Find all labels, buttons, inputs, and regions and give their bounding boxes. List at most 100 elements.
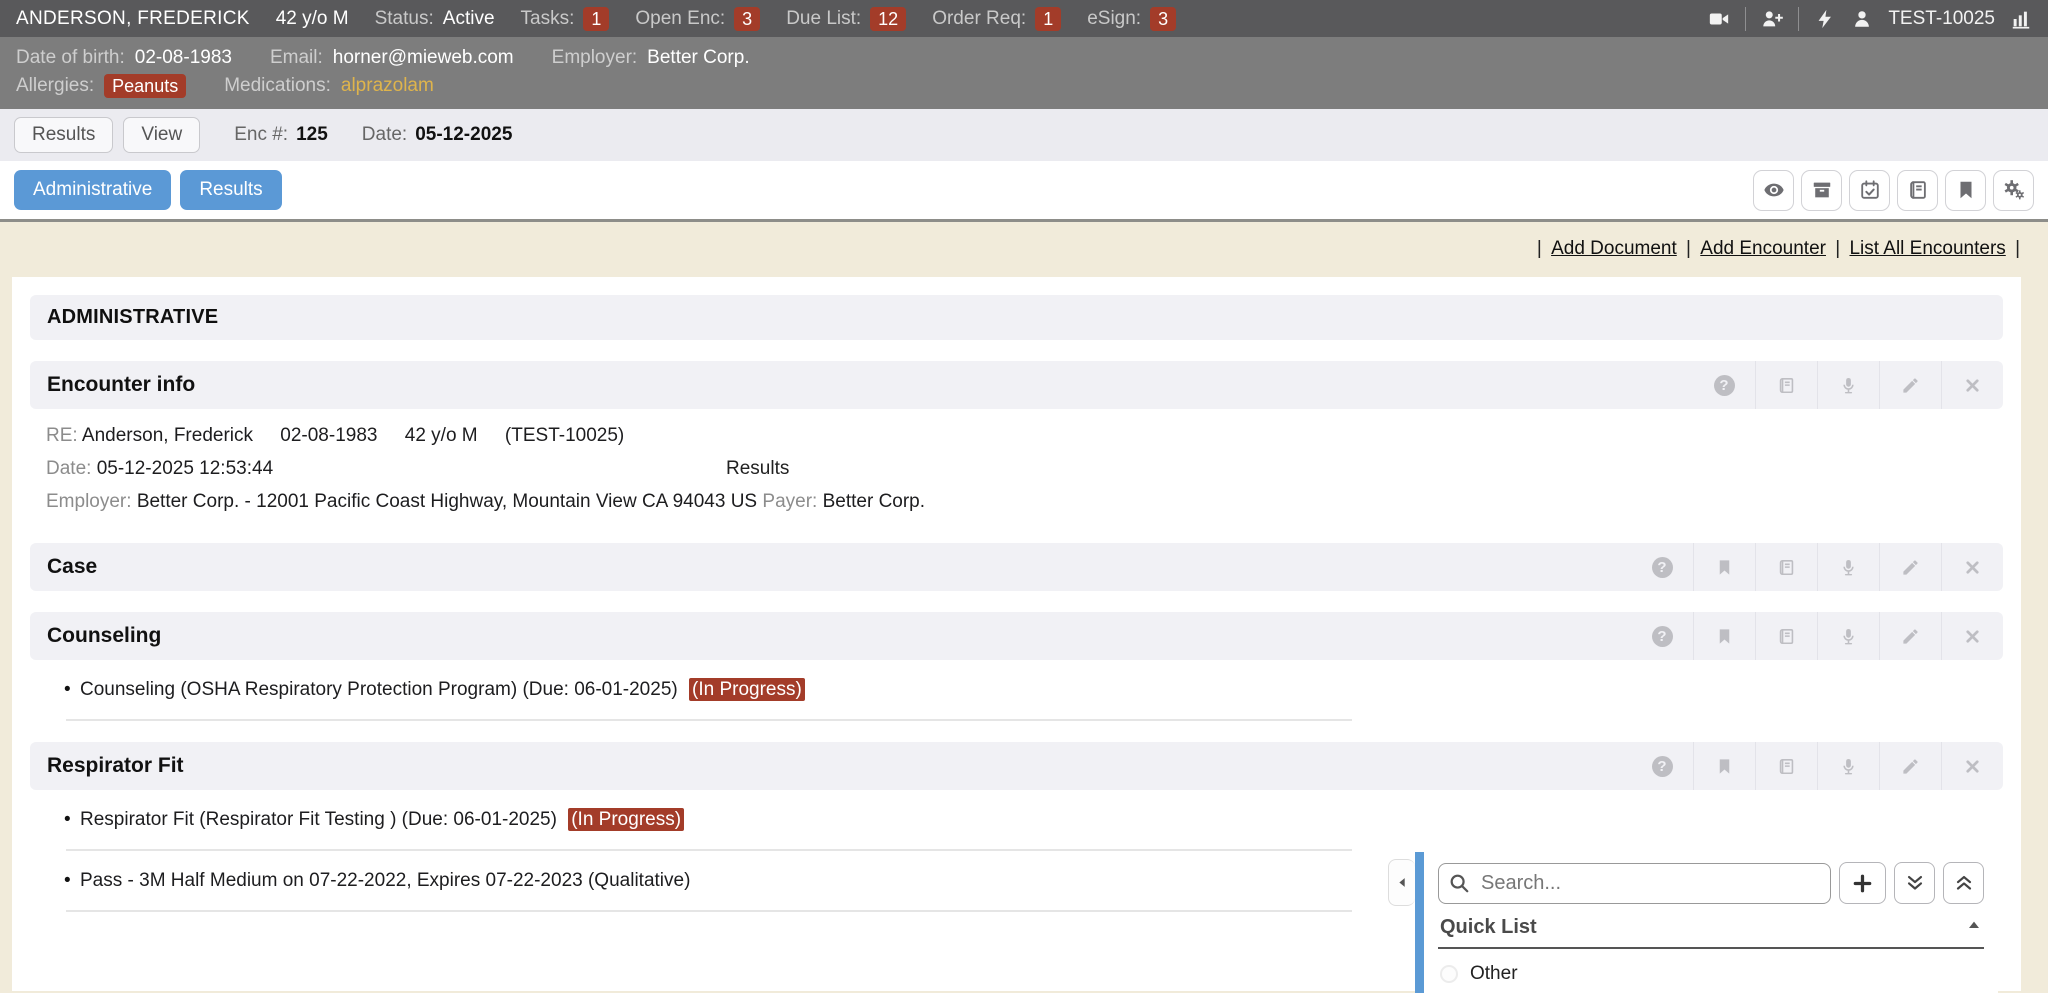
date-value: 05-12-2025 12:53:44 <box>97 458 273 479</box>
esign-count-badge[interactable]: 3 <box>1150 7 1176 31</box>
dictate-button[interactable] <box>1817 361 1879 409</box>
close-button[interactable] <box>1941 361 2003 409</box>
dictate-button[interactable] <box>1817 612 1879 660</box>
divider <box>66 849 1352 851</box>
open-enc-count-badge[interactable]: 3 <box>734 7 760 31</box>
book-button[interactable] <box>1755 543 1817 591</box>
collapse-all-button[interactable] <box>1943 862 1984 904</box>
tab-view[interactable]: View <box>123 117 200 153</box>
close-button[interactable] <box>1941 612 2003 660</box>
book-icon <box>1777 376 1796 395</box>
medications-label: Medications: <box>224 72 331 100</box>
results-button[interactable]: Results <box>180 170 281 210</box>
date-line: Date: 05-12-2025 12:53:44 Results <box>46 452 1987 485</box>
quick-list-popup: Quick List Other <box>1388 852 1998 993</box>
close-icon <box>1963 376 1982 395</box>
email-value: horner@mieweb.com <box>333 44 514 72</box>
re-chart-id: (TEST-10025) <box>505 425 624 446</box>
book-button[interactable] <box>1755 361 1817 409</box>
divider <box>66 910 1352 912</box>
medication-value[interactable]: alprazolam <box>341 72 434 100</box>
status-value: Active <box>443 8 495 30</box>
section-title: Respirator Fit <box>47 754 184 778</box>
due-list-count-badge[interactable]: 12 <box>870 7 906 31</box>
plus-icon <box>1851 872 1874 895</box>
edit-button[interactable] <box>1879 612 1941 660</box>
counseling-items: • Counseling (OSHA Respiratory Protectio… <box>30 672 1352 708</box>
bookmark-icon <box>1715 558 1734 577</box>
esign-label: eSign: <box>1087 8 1141 30</box>
book-icon <box>1777 627 1796 646</box>
section-header-respirator-fit: Respirator Fit ? <box>30 742 2003 790</box>
add-document-link[interactable]: Add Document <box>1551 238 1677 259</box>
user-id[interactable]: TEST-10025 <box>1888 8 1995 30</box>
enc-date-label: Date: <box>362 124 407 146</box>
add-button[interactable] <box>1839 862 1886 904</box>
divider <box>66 719 1352 721</box>
bookmark-icon <box>1715 757 1734 776</box>
add-encounter-link[interactable]: Add Encounter <box>1700 238 1826 259</box>
collapse-panel-button[interactable] <box>1388 859 1415 906</box>
re-dob: 02-08-1983 <box>280 425 377 446</box>
edit-button[interactable] <box>1879 543 1941 591</box>
bookmark-icon <box>1715 627 1734 646</box>
bullet: • <box>64 870 71 892</box>
bookmark-button[interactable] <box>1693 543 1755 591</box>
enc-date-value: 05-12-2025 <box>415 124 512 146</box>
microphone-icon <box>1839 558 1858 577</box>
dictate-button[interactable] <box>1817 742 1879 790</box>
book-button[interactable] <box>1897 170 1938 211</box>
bookmark-icon <box>1955 179 1977 201</box>
chart-stats-icon[interactable] <box>2010 8 2032 30</box>
administrative-button[interactable]: Administrative <box>14 170 171 210</box>
quick-list-header[interactable]: Quick List <box>1438 916 1984 939</box>
enc-number-label: Enc #: <box>234 124 288 146</box>
book-button[interactable] <box>1755 612 1817 660</box>
tab-results[interactable]: Results <box>14 117 113 153</box>
help-button[interactable]: ? <box>1631 742 1693 790</box>
allergy-badge[interactable]: Peanuts <box>104 74 186 98</box>
date-label: Date: <box>46 458 91 479</box>
list-all-encounters-link[interactable]: List All Encounters <box>1849 238 2005 259</box>
help-button[interactable]: ? <box>1631 543 1693 591</box>
gears-icon <box>2003 179 2025 201</box>
video-camera-icon[interactable] <box>1708 8 1730 30</box>
quick-links-row: | Add Document | Add Encounter | List Al… <box>0 222 2048 260</box>
eye-button[interactable] <box>1753 170 1794 211</box>
book-button[interactable] <box>1755 742 1817 790</box>
divider <box>1438 947 1984 949</box>
bookmark-button[interactable] <box>1693 742 1755 790</box>
calendar-button[interactable] <box>1849 170 1890 211</box>
respirator-item-text: Respirator Fit (Respirator Fit Testing )… <box>80 809 557 830</box>
eye-icon <box>1763 179 1785 201</box>
dictate-button[interactable] <box>1817 543 1879 591</box>
section-title: Counseling <box>47 624 161 648</box>
edit-button[interactable] <box>1879 742 1941 790</box>
user-icon[interactable] <box>1851 8 1873 30</box>
help-button[interactable]: ? <box>1631 612 1693 660</box>
archive-button[interactable] <box>1801 170 1842 211</box>
payer-value: Better Corp. <box>823 491 925 512</box>
bookmark-button[interactable] <box>1945 170 1986 211</box>
edit-button[interactable] <box>1879 361 1941 409</box>
tasks-count-badge[interactable]: 1 <box>583 7 609 31</box>
bookmark-button[interactable] <box>1693 612 1755 660</box>
close-button[interactable] <box>1941 742 2003 790</box>
add-user-icon[interactable] <box>1761 8 1783 30</box>
radio-button[interactable] <box>1440 965 1458 983</box>
order-req-count-badge[interactable]: 1 <box>1035 7 1061 31</box>
encounter-tab-bar: Results View Enc #: 125 Date: 05-12-2025 <box>0 109 2048 161</box>
help-button[interactable]: ? <box>1693 361 1755 409</box>
pencil-icon <box>1901 757 1920 776</box>
microphone-icon <box>1839 757 1858 776</box>
settings-button[interactable] <box>1993 170 2034 211</box>
expand-all-button[interactable] <box>1894 862 1935 904</box>
lightning-icon[interactable] <box>1814 8 1836 30</box>
close-button[interactable] <box>1941 543 2003 591</box>
triangle-up-icon[interactable] <box>1966 917 1982 938</box>
quick-list-item-other[interactable]: Other <box>1438 963 1984 985</box>
encounter-info-body: RE: Anderson, Frederick 02-08-1983 42 y/… <box>30 409 2003 522</box>
divider <box>1798 7 1799 31</box>
page-title: ADMINISTRATIVE <box>30 295 2003 340</box>
search-input[interactable] <box>1438 863 1831 904</box>
